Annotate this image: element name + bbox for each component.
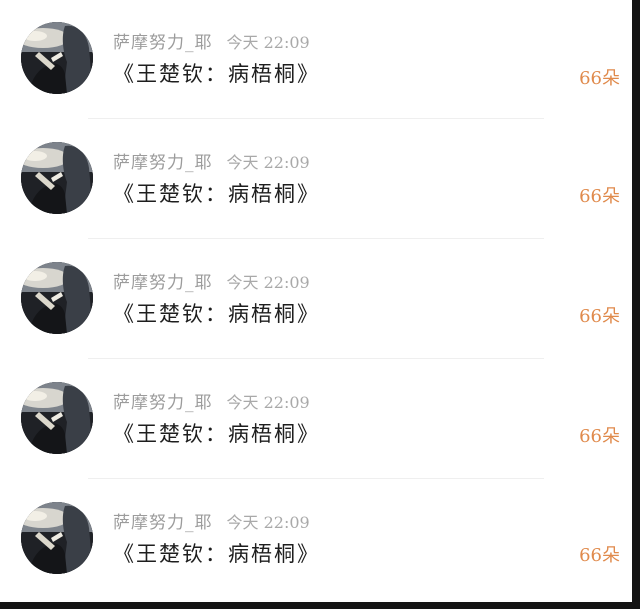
avatar-image [21, 262, 93, 334]
username[interactable]: 萨摩努力_耶 [113, 273, 213, 293]
timestamp: 今天 22:09 [226, 153, 310, 172]
message-title[interactable]: 《王楚钦：病梧桐》 [113, 178, 320, 208]
avatar-image [21, 382, 93, 454]
divider [88, 118, 544, 119]
screen-edge-bottom [0, 602, 640, 609]
timestamp: 今天 22:09 [226, 393, 310, 412]
feed-item[interactable]: 萨摩努力_耶 今天 22:09 《王楚钦：病梧桐》 66朵 [0, 0, 632, 119]
username[interactable]: 萨摩努力_耶 [113, 33, 213, 53]
avatar[interactable] [21, 382, 93, 454]
timestamp: 今天 22:09 [226, 273, 310, 292]
screen-edge-right [632, 0, 640, 609]
message-title[interactable]: 《王楚钦：病梧桐》 [113, 538, 320, 568]
avatar[interactable] [21, 142, 93, 214]
username[interactable]: 萨摩努力_耶 [113, 393, 213, 413]
item-meta: 萨摩努力_耶 今天 22:09 [113, 268, 310, 293]
feed-item[interactable]: 萨摩努力_耶 今天 22:09 《王楚钦：病梧桐》 66朵 [0, 120, 632, 239]
feed-item[interactable]: 萨摩努力_耶 今天 22:09 《王楚钦：病梧桐》 66朵 [0, 480, 632, 599]
flower-count: 66朵 [579, 68, 620, 89]
item-meta: 萨摩努力_耶 今天 22:09 [113, 388, 310, 413]
avatar[interactable] [21, 502, 93, 574]
timestamp: 今天 22:09 [226, 513, 310, 532]
flower-count: 66朵 [579, 426, 620, 447]
flower-count: 66朵 [579, 186, 620, 207]
item-meta: 萨摩努力_耶 今天 22:09 [113, 148, 310, 173]
message-title[interactable]: 《王楚钦：病梧桐》 [113, 58, 320, 88]
flower-count: 66朵 [579, 306, 620, 327]
avatar[interactable] [21, 262, 93, 334]
item-meta: 萨摩努力_耶 今天 22:09 [113, 508, 310, 533]
flower-count: 66朵 [579, 545, 620, 566]
divider [88, 358, 544, 359]
avatar-image [21, 142, 93, 214]
avatar-image [21, 22, 93, 94]
username[interactable]: 萨摩努力_耶 [113, 153, 213, 173]
message-title[interactable]: 《王楚钦：病梧桐》 [113, 298, 320, 328]
username[interactable]: 萨摩努力_耶 [113, 513, 213, 533]
divider [88, 478, 544, 479]
avatar[interactable] [21, 22, 93, 94]
divider [88, 238, 544, 239]
feed-item[interactable]: 萨摩努力_耶 今天 22:09 《王楚钦：病梧桐》 66朵 [0, 240, 632, 359]
item-meta: 萨摩努力_耶 今天 22:09 [113, 28, 310, 53]
message-feed: 萨摩努力_耶 今天 22:09 《王楚钦：病梧桐》 66朵 萨摩努力_耶 今天 22… [0, 0, 632, 602]
feed-item[interactable]: 萨摩努力_耶 今天 22:09 《王楚钦：病梧桐》 66朵 [0, 360, 632, 479]
avatar-image [21, 502, 93, 574]
message-title[interactable]: 《王楚钦：病梧桐》 [113, 418, 320, 448]
timestamp: 今天 22:09 [226, 33, 310, 52]
